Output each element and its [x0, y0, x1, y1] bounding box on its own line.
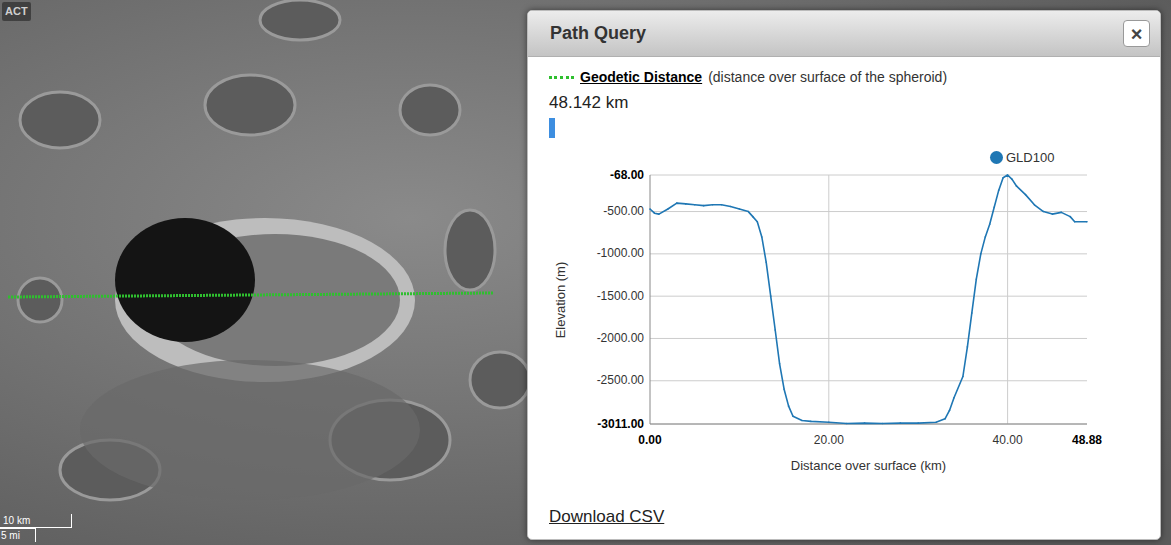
y-tick: -500.00 — [549, 203, 644, 219]
data-point — [730, 205, 732, 207]
data-point — [685, 203, 687, 205]
y-tick: -1000.00 — [549, 245, 644, 261]
data-point — [989, 223, 991, 225]
data-point — [828, 421, 830, 423]
data-point — [1052, 213, 1054, 215]
data-point — [703, 204, 705, 206]
data-point — [993, 206, 995, 208]
data-point — [1043, 210, 1045, 212]
data-point — [752, 215, 754, 217]
data-point — [792, 415, 794, 417]
data-point — [935, 421, 937, 423]
query-path[interactable] — [8, 293, 493, 297]
x-tick: 20.00 — [799, 432, 859, 448]
distance-bar — [549, 118, 555, 138]
scale-bar: 10 km5 mi — [0, 514, 72, 542]
data-point — [779, 363, 781, 365]
data-point — [962, 375, 964, 377]
data-point — [721, 203, 723, 205]
data-point — [654, 212, 656, 214]
legend-item[interactable]: GLD100 — [990, 150, 1054, 166]
data-point — [765, 261, 767, 263]
data-point — [667, 208, 669, 210]
data-point — [900, 422, 902, 424]
data-point — [953, 396, 955, 398]
data-point — [1007, 174, 1009, 176]
data-point — [1002, 176, 1004, 178]
data-point — [1016, 185, 1018, 187]
elevation-line[interactable] — [650, 175, 1087, 424]
chart-legend: GLD100 — [990, 150, 1054, 166]
data-point — [783, 388, 785, 390]
scale-imperial: 5 mi — [0, 528, 36, 542]
x-tick: 40.00 — [978, 432, 1038, 448]
data-point — [998, 189, 1000, 191]
data-point — [984, 236, 986, 238]
popup-header[interactable]: Path Query × — [528, 11, 1160, 57]
measure-label[interactable]: Geodetic Distance — [580, 67, 702, 88]
data-point — [712, 203, 714, 205]
measure-value: 48.142 km — [549, 90, 1150, 116]
x-tick: 0.00 — [620, 432, 680, 448]
data-point — [1069, 215, 1071, 217]
data-point — [694, 203, 696, 205]
path-swatch-icon — [549, 76, 574, 79]
popup-body: Geodetic Distance (distance over surface … — [528, 57, 1160, 529]
data-point — [676, 202, 678, 204]
measure-note: (distance over surface of the spheroid) — [708, 67, 947, 88]
data-point — [1086, 220, 1088, 222]
data-point — [980, 253, 982, 255]
y-tick: -68.00 — [549, 167, 644, 183]
y-tick: -2500.00 — [549, 372, 644, 388]
data-point — [1025, 193, 1027, 195]
data-point — [788, 405, 790, 407]
data-point — [846, 422, 848, 424]
x-tick: 48.88 — [1057, 432, 1117, 448]
measure-row: Geodetic Distance (distance over surface … — [549, 67, 1150, 88]
data-point — [770, 295, 772, 297]
data-point — [1060, 211, 1062, 213]
data-point — [1011, 178, 1013, 180]
data-point — [1074, 220, 1076, 222]
data-point — [882, 422, 884, 424]
data-point — [971, 312, 973, 314]
data-point — [1034, 203, 1036, 205]
y-axis-title: Elevation (m) — [553, 240, 569, 360]
legend-label: GLD100 — [1006, 150, 1054, 166]
elevation-chart[interactable]: -68.00-500.00-1000.00-1500.00-2000.00-25… — [549, 150, 1129, 480]
scale-metric: 10 km — [0, 514, 72, 528]
data-point — [917, 422, 919, 424]
download-csv-link[interactable]: Download CSV — [549, 504, 664, 530]
data-point — [774, 329, 776, 331]
data-point — [944, 418, 946, 420]
data-point — [949, 409, 951, 411]
legend-dot-icon — [990, 151, 1003, 164]
data-point — [976, 278, 978, 280]
close-button[interactable]: × — [1123, 20, 1150, 47]
data-point — [810, 420, 812, 422]
x-axis-title: Distance over surface (km) — [739, 458, 999, 474]
data-point — [761, 236, 763, 238]
data-point — [756, 220, 758, 222]
path-query-popup[interactable]: Path Query × Geodetic Distance (distance ov… — [527, 10, 1161, 540]
data-point — [748, 210, 750, 212]
data-point — [967, 346, 969, 348]
popup-title: Path Query — [550, 20, 646, 47]
data-point — [658, 213, 660, 215]
data-point — [739, 208, 741, 210]
data-point — [801, 419, 803, 421]
data-point — [649, 208, 651, 210]
y-tick: -3011.00 — [549, 416, 644, 432]
data-point — [864, 422, 866, 424]
act-logo: ACT — [2, 2, 31, 21]
